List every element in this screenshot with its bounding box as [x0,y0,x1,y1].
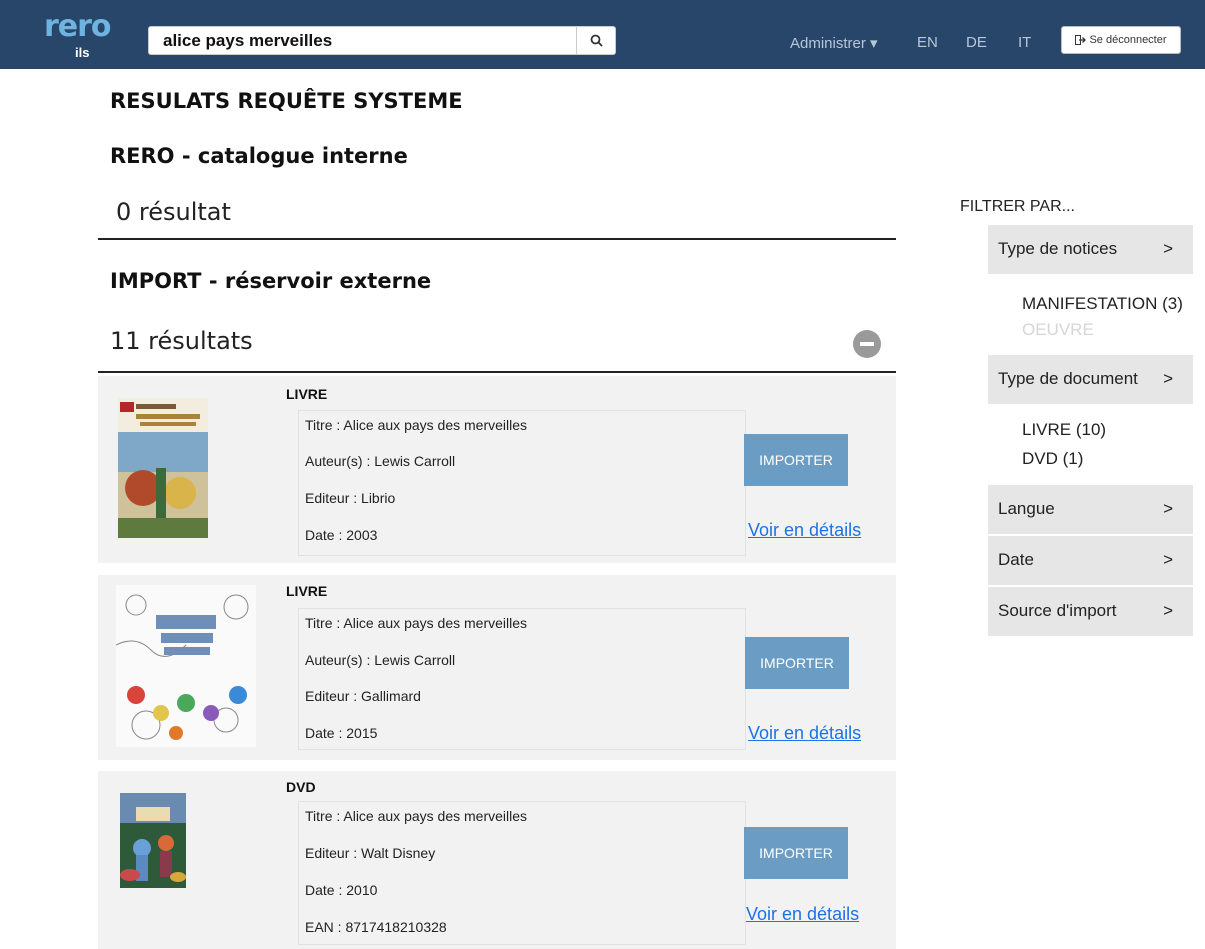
book-cover-image [116,585,256,747]
facet-source-import[interactable]: Source d'import > [988,587,1193,636]
facet-type-notices[interactable]: Type de notices > [988,225,1193,274]
top-navbar: rero ils Administrer ▾ EN DE IT Se décon… [0,0,1205,69]
result-details: Titre : Alice aux pays des merveilles Ed… [298,801,746,945]
result-item: LIVRE Titre : Alice aux pays des merveil… [98,376,896,563]
internal-result-count: 0 résultat [116,198,231,226]
internal-catalog-heading: RERO - catalogue interne [110,144,408,168]
facet-label: Type de document [998,369,1138,388]
dvd-cover-image [120,793,186,888]
result-details: Titre : Alice aux pays des merveilles Au… [298,608,746,750]
external-result-count: 11 résultats [110,327,253,355]
chevron-right-icon: > [1163,369,1173,388]
chevron-right-icon: > [1163,239,1173,258]
field-date: Date : 2015 [305,725,378,741]
details-link[interactable]: Voir en détails [746,904,859,925]
rero-logo[interactable]: rero [44,12,112,42]
book-cover-image [118,398,208,538]
result-type: LIVRE [286,386,328,402]
search-box [148,26,616,55]
import-button[interactable]: IMPORTER [745,637,849,689]
field-publisher: Editeur : Gallimard [305,688,421,704]
details-link[interactable]: Voir en détails [748,520,861,541]
details-link[interactable]: Voir en détails [748,723,861,744]
nav-lang-en[interactable]: EN [917,34,938,51]
field-date: Date : 2010 [305,882,378,898]
field-date: Date : 2003 [305,527,378,543]
logo-subtitle: ils [75,45,90,60]
chevron-right-icon: > [1163,550,1173,569]
chevron-right-icon: > [1163,499,1173,518]
field-title: Titre : Alice aux pays des merveilles [305,615,528,631]
field-publisher: Editeur : Walt Disney [305,845,436,861]
result-item: DVD Titre : Alice aux pays des merveille… [98,771,896,949]
field-publisher: Editeur : Librio [305,490,396,506]
nav-administrer[interactable]: Administrer ▾ [790,34,878,52]
nav-lang-it[interactable]: IT [1018,34,1031,51]
import-button[interactable]: IMPORTER [744,827,848,879]
field-author: Auteur(s) : Lewis Carroll [305,453,456,469]
filter-title: FILTRER PAR... [960,198,1075,215]
page-title: RESULATS REQUÊTE SYSTEME [110,89,463,113]
search-button[interactable] [576,27,615,54]
facet-value-livre[interactable]: LIVRE (10) [1022,420,1106,440]
result-item: LIVRE Titre : Alice aux pays des merveil… [98,575,896,760]
logout-label: Se déconnecter [1089,34,1167,46]
facet-value-oeuvre[interactable]: OEUVRE [1022,320,1094,340]
result-details: Titre : Alice aux pays des merveilles Au… [298,410,746,556]
result-type: LIVRE [286,583,328,599]
logout-button[interactable]: Se déconnecter [1061,26,1181,54]
logout-icon [1075,35,1087,45]
search-icon [590,34,603,47]
nav-lang-de[interactable]: DE [966,34,987,51]
import-button[interactable]: IMPORTER [744,434,848,486]
field-author: Auteur(s) : Lewis Carroll [305,652,456,668]
field-title: Titre : Alice aux pays des merveilles [305,808,528,824]
field-title: Titre : Alice aux pays des merveilles [305,417,528,433]
divider [98,371,896,373]
field-ean: EAN : 8717418210328 [305,919,447,935]
facet-langue[interactable]: Langue > [988,485,1193,534]
facet-value-dvd[interactable]: DVD (1) [1022,449,1083,469]
facet-label: Type de notices [998,239,1118,258]
facet-date[interactable]: Date > [988,536,1193,585]
facet-type-document[interactable]: Type de document > [988,355,1193,404]
collapse-icon[interactable] [853,330,881,358]
facet-label: Source d'import [998,601,1117,620]
external-reservoir-heading: IMPORT - réservoir externe [110,269,432,293]
search-input[interactable] [149,27,577,54]
facet-label: Date [998,550,1034,569]
chevron-right-icon: > [1163,601,1173,620]
result-type: DVD [286,779,316,795]
facet-value-manifestation[interactable]: MANIFESTATION (3) [1022,294,1183,314]
divider [98,238,896,240]
facet-label: Langue [998,499,1055,518]
